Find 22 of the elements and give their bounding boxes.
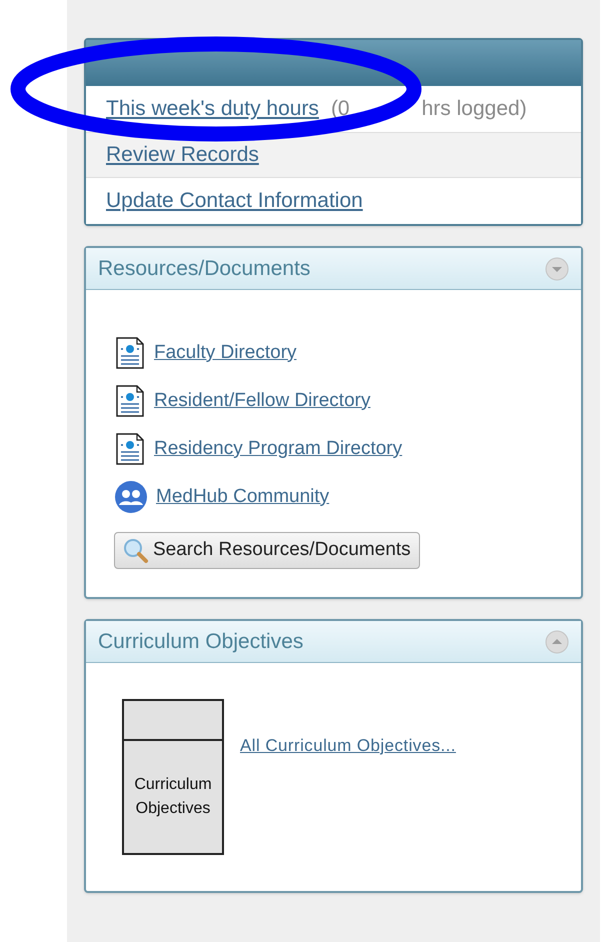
web-document-icon	[114, 384, 146, 418]
search-icon	[123, 538, 149, 564]
resource-link[interactable]: Residency Program Directory	[154, 434, 402, 464]
web-document-icon	[114, 432, 146, 466]
collapse-icon[interactable]	[545, 630, 569, 654]
task-link[interactable]: Update Contact Information	[106, 185, 363, 217]
expand-icon[interactable]	[545, 256, 569, 280]
people-icon	[114, 480, 148, 514]
curriculum-link[interactable]: All Curriculum Objectives...	[240, 733, 456, 758]
task-link[interactable]: This week's duty hours	[106, 93, 319, 125]
web-document-icon	[114, 336, 146, 370]
panel-title: Curriculum Objectives	[98, 628, 304, 655]
task-link[interactable]: Review Records	[106, 139, 259, 171]
tile-label: Curriculum Objectives	[133, 775, 213, 819]
resource-link[interactable]: Faculty Directory	[154, 338, 297, 368]
panel-title: Resources/Documents	[98, 256, 310, 282]
hours-note: hrs logged)	[422, 96, 527, 122]
curriculum-tile[interactable]: Curriculum Objectives	[122, 699, 224, 855]
resource-link[interactable]: Resident/Fellow Directory	[154, 386, 370, 416]
resource-link[interactable]: MedHub Community	[156, 482, 330, 512]
search-button[interactable]: Search Resources/Documents	[114, 532, 420, 569]
hours-note: (0	[330, 96, 350, 122]
